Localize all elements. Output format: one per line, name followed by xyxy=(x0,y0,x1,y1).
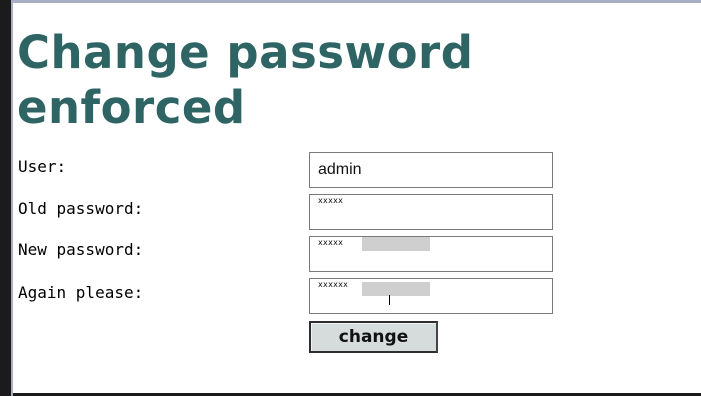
change-password-page: Change password enforced User: admin Old… xyxy=(11,0,701,396)
user-field[interactable]: admin xyxy=(309,152,553,188)
frame-left-border xyxy=(11,3,13,396)
new-password-label: New password: xyxy=(18,240,144,259)
change-button[interactable]: change xyxy=(309,321,438,353)
title-line-1: Change password xyxy=(17,26,474,79)
new-password-mask: xxxxx xyxy=(318,238,344,247)
title-line-2: enforced xyxy=(17,81,246,134)
text-cursor xyxy=(389,295,390,305)
again-password-field[interactable]: xxxxxx xyxy=(309,278,553,314)
new-password-redaction xyxy=(362,237,430,251)
again-password-redaction xyxy=(362,282,430,296)
user-field-value: admin xyxy=(318,161,362,178)
page-title: Change password enforced xyxy=(17,25,577,135)
old-password-field[interactable]: xxxxx xyxy=(309,194,553,230)
old-password-mask: xxxxx xyxy=(318,196,344,205)
old-password-label: Old password: xyxy=(18,199,144,218)
again-password-label: Again please: xyxy=(18,283,144,302)
again-password-mask: xxxxxx xyxy=(318,280,349,289)
new-password-field[interactable]: xxxxx xyxy=(309,236,553,272)
user-label: User: xyxy=(18,157,67,176)
